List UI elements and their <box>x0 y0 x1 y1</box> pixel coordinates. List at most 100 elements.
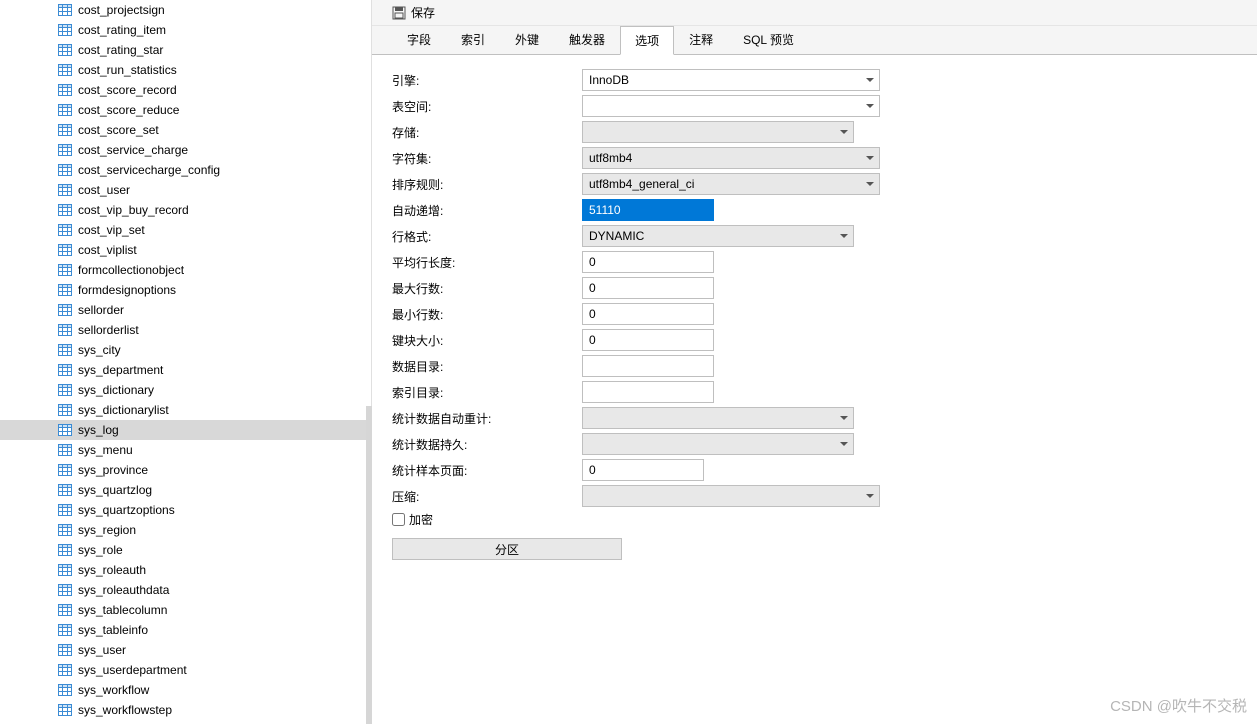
table-icon <box>58 204 72 216</box>
sidebar-item-cost_score_reduce[interactable]: cost_score_reduce <box>56 100 371 120</box>
sidebar-item-cost_score_set[interactable]: cost_score_set <box>56 120 371 140</box>
splitter[interactable] <box>366 406 372 724</box>
tree-label: sys_workflow <box>78 683 149 697</box>
sidebar-item-cost_rating_item[interactable]: cost_rating_item <box>56 20 371 40</box>
sidebar-item-sys_role[interactable]: sys_role <box>56 540 371 560</box>
autoinc-input[interactable] <box>582 199 714 221</box>
sidebar-item-sys_province[interactable]: sys_province <box>56 460 371 480</box>
tree-label: sys_quartzoptions <box>78 503 175 517</box>
tablespace-select[interactable] <box>582 95 880 117</box>
tree-label: cost_service_charge <box>78 143 188 157</box>
sidebar-item-formdesignoptions[interactable]: formdesignoptions <box>56 280 371 300</box>
table-icon <box>58 364 72 376</box>
engine-select[interactable] <box>582 69 880 91</box>
sidebar-item-cost_rating_star[interactable]: cost_rating_star <box>56 40 371 60</box>
sidebar-item-cost_run_statistics[interactable]: cost_run_statistics <box>56 60 371 80</box>
statspersist-select[interactable] <box>582 433 854 455</box>
avgrowlen-input[interactable] <box>582 251 714 273</box>
keyblock-input[interactable] <box>582 329 714 351</box>
table-icon <box>58 524 72 536</box>
tab-2[interactable]: 外键 <box>500 25 554 54</box>
label-keyblock: 键块大小: <box>392 332 582 349</box>
sidebar-item-cost_vip_buy_record[interactable]: cost_vip_buy_record <box>56 200 371 220</box>
tree-label: cost_viplist <box>78 243 137 257</box>
statsauto-select[interactable] <box>582 407 854 429</box>
sidebar-item-sys_roleauth[interactable]: sys_roleauth <box>56 560 371 580</box>
sidebar-item-sys_menu[interactable]: sys_menu <box>56 440 371 460</box>
maxrows-input[interactable] <box>582 277 714 299</box>
sidebar-item-sellorder[interactable]: sellorder <box>56 300 371 320</box>
encrypt-checkbox[interactable] <box>392 513 405 526</box>
sidebar-item-cost_servicecharge_config[interactable]: cost_servicecharge_config <box>56 160 371 180</box>
table-icon <box>58 464 72 476</box>
label-datadir: 数据目录: <box>392 358 582 375</box>
tab-6[interactable]: SQL 预览 <box>728 25 809 54</box>
table-icon <box>58 264 72 276</box>
label-statspersist: 统计数据持久: <box>392 436 582 453</box>
sidebar-item-sys_tableinfo[interactable]: sys_tableinfo <box>56 620 371 640</box>
tab-5[interactable]: 注释 <box>674 25 728 54</box>
table-icon <box>58 244 72 256</box>
sidebar-item-sys_quartzlog[interactable]: sys_quartzlog <box>56 480 371 500</box>
sidebar-item-sys_quartzoptions[interactable]: sys_quartzoptions <box>56 500 371 520</box>
tree-label: sys_userdepartment <box>78 663 187 677</box>
sidebar-item-cost_score_record[interactable]: cost_score_record <box>56 80 371 100</box>
sidebar-item-sys_roleauthdata[interactable]: sys_roleauthdata <box>56 580 371 600</box>
sidebar-item-cost_user[interactable]: cost_user <box>56 180 371 200</box>
tree-label: sys_dictionarylist <box>78 403 169 417</box>
sidebar-item-sys_tablecolumn[interactable]: sys_tablecolumn <box>56 600 371 620</box>
table-icon <box>58 224 72 236</box>
sidebar-item-formcollectionobject[interactable]: formcollectionobject <box>56 260 371 280</box>
table-icon <box>58 184 72 196</box>
storage-select[interactable] <box>582 121 854 143</box>
tab-1[interactable]: 索引 <box>446 25 500 54</box>
sidebar-item-sys_workflow[interactable]: sys_workflow <box>56 680 371 700</box>
table-icon <box>58 484 72 496</box>
sidebar-item-sys_city[interactable]: sys_city <box>56 340 371 360</box>
table-icon <box>58 284 72 296</box>
sidebar-item-sys_user[interactable]: sys_user <box>56 640 371 660</box>
tree-label: cost_score_reduce <box>78 103 179 117</box>
tree-label: sys_dictionary <box>78 383 154 397</box>
sidebar-item-cost_service_charge[interactable]: cost_service_charge <box>56 140 371 160</box>
sidebar-item-sys_region[interactable]: sys_region <box>56 520 371 540</box>
sidebar-item-sys_department[interactable]: sys_department <box>56 360 371 380</box>
charset-select[interactable] <box>582 147 880 169</box>
table-icon <box>58 44 72 56</box>
tab-0[interactable]: 字段 <box>392 25 446 54</box>
collation-select[interactable] <box>582 173 880 195</box>
sidebar-item-sellorderlist[interactable]: sellorderlist <box>56 320 371 340</box>
partition-button[interactable]: 分区 <box>392 538 622 560</box>
table-icon <box>58 504 72 516</box>
form-area: 引擎: 表空间: 存储: 字符集: 排序规则: 自动递增: 行格式: 平均行长 <box>372 54 1257 724</box>
tree-label: sys_city <box>78 343 121 357</box>
tab-4[interactable]: 选项 <box>620 26 674 55</box>
sidebar-item-cost_vip_set[interactable]: cost_vip_set <box>56 220 371 240</box>
datadir-input[interactable] <box>582 355 714 377</box>
indexdir-input[interactable] <box>582 381 714 403</box>
tree-label: cost_score_set <box>78 123 159 137</box>
tab-bar: 字段索引外键触发器选项注释SQL 预览 <box>372 26 1257 54</box>
sidebar-item-sys_workflowstep[interactable]: sys_workflowstep <box>56 700 371 720</box>
tab-3[interactable]: 触发器 <box>554 25 620 54</box>
rowformat-select[interactable] <box>582 225 854 247</box>
sidebar-item-sys_workflowtable[interactable]: sys_workflowtable <box>56 720 371 724</box>
minrows-input[interactable] <box>582 303 714 325</box>
sidebar-item-sys_dictionarylist[interactable]: sys_dictionarylist <box>56 400 371 420</box>
table-icon <box>58 104 72 116</box>
table-icon <box>58 84 72 96</box>
table-icon <box>58 544 72 556</box>
compress-select[interactable] <box>582 485 880 507</box>
tree-label: sys_quartzlog <box>78 483 152 497</box>
sidebar-item-cost_projectsign[interactable]: cost_projectsign <box>56 0 371 20</box>
tree-label: sys_roleauthdata <box>78 583 169 597</box>
label-statspages: 统计样本页面: <box>392 462 582 479</box>
save-button[interactable]: 保存 <box>392 4 435 21</box>
sidebar-item-cost_viplist[interactable]: cost_viplist <box>56 240 371 260</box>
sidebar-item-sys_dictionary[interactable]: sys_dictionary <box>56 380 371 400</box>
statspages-input[interactable] <box>582 459 704 481</box>
tree-label: cost_user <box>78 183 130 197</box>
sidebar-item-sys_log[interactable]: sys_log <box>0 420 371 440</box>
tree-label: cost_score_record <box>78 83 177 97</box>
sidebar-item-sys_userdepartment[interactable]: sys_userdepartment <box>56 660 371 680</box>
